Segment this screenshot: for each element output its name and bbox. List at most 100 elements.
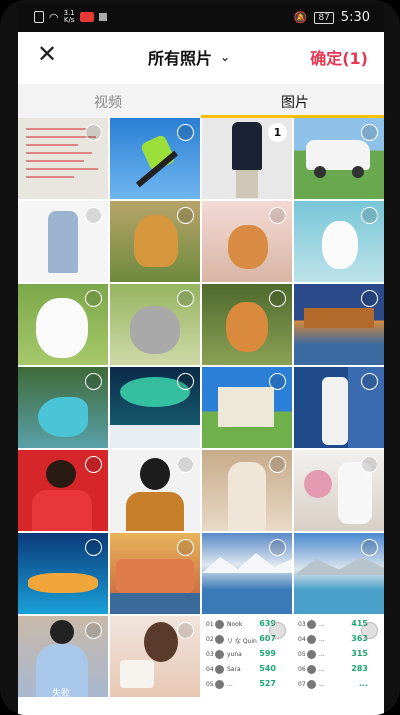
select-circle[interactable] — [177, 290, 194, 307]
select-circle[interactable] — [85, 539, 102, 556]
select-circle[interactable] — [177, 124, 194, 141]
photo-thumbnail[interactable] — [202, 284, 292, 365]
status-right: 🔕 87 5:30 — [294, 10, 370, 25]
photo-thumbnail[interactable] — [110, 533, 200, 614]
ranking-screenshot-thumbnail[interactable]: 01Nook639 02リ な Quinn607 03yuna599 04Sar… — [202, 616, 292, 697]
blue-dress — [48, 211, 78, 273]
document-line — [26, 144, 78, 146]
photo-thumbnail-selected[interactable]: 1 — [202, 118, 292, 199]
photo-thumbnail[interactable] — [294, 118, 384, 199]
car-wheel — [314, 166, 326, 178]
photo-thumbnail[interactable] — [294, 367, 384, 448]
teacup — [120, 660, 154, 688]
photo-thumbnail[interactable]: 失败 — [18, 616, 108, 697]
picker-header: ✕ 所有照片 ⌄ 确定(1) — [18, 32, 384, 84]
tab-image[interactable]: 图片 — [281, 92, 309, 112]
photo-thumbnail[interactable] — [110, 118, 200, 199]
select-circle[interactable] — [361, 290, 378, 307]
select-circle[interactable] — [85, 622, 102, 639]
ranking-row: 05... 315 — [298, 649, 368, 659]
select-circle[interactable] — [269, 207, 286, 224]
select-circle[interactable] — [177, 373, 194, 390]
car-wheel — [352, 166, 364, 178]
select-circle[interactable] — [177, 539, 194, 556]
photo-thumbnail[interactable] — [110, 284, 200, 365]
ranking-row: 04 Sara 540 — [206, 664, 276, 674]
photo-thumbnail[interactable] — [294, 533, 384, 614]
wifi-icon: ◠ — [49, 10, 59, 24]
select-circle[interactable] — [85, 373, 102, 390]
tab-video[interactable]: 视频 — [94, 92, 122, 112]
jacket — [126, 492, 184, 531]
photo-thumbnail[interactable] — [18, 450, 108, 531]
network-speed-unit: K/s — [63, 16, 75, 24]
photo-caption: 失败 — [52, 689, 71, 697]
snowy-ground — [110, 425, 200, 448]
selected-badge[interactable]: 1 — [268, 123, 287, 142]
photo-thumbnail[interactable] — [294, 284, 384, 365]
select-circle[interactable] — [269, 622, 286, 639]
city-skyline — [304, 308, 374, 328]
document-line — [26, 168, 98, 170]
photo-thumbnail[interactable] — [294, 201, 384, 282]
select-circle[interactable] — [269, 373, 286, 390]
photo-grid: 1 失败 01 Nook 639 02 リ な Quin 607 03 yuna… — [18, 118, 384, 715]
suit-jacket — [232, 122, 262, 170]
document-line — [26, 128, 86, 130]
golden-retriever — [134, 215, 178, 267]
lit-cave-formation — [28, 573, 98, 593]
photo-thumbnail[interactable] — [18, 201, 108, 282]
screen-record-icon — [79, 12, 94, 22]
confirm-button[interactable]: 确定(1) — [310, 45, 368, 69]
select-circle[interactable] — [177, 622, 194, 639]
samoyed-dog — [36, 298, 88, 358]
photo-thumbnail[interactable] — [294, 450, 384, 531]
select-circle[interactable] — [85, 456, 102, 473]
sea — [110, 593, 200, 614]
document-line — [26, 152, 92, 154]
mute-icon: 🔕 — [293, 11, 308, 24]
status-bar: ◠ 3.1 K/s 🔕 87 5:30 — [18, 4, 384, 32]
select-circle[interactable] — [361, 622, 378, 639]
notification-icon — [98, 13, 107, 21]
photo-thumbnail[interactable] — [18, 367, 108, 448]
select-circle[interactable] — [361, 539, 378, 556]
photo-thumbnail[interactable] — [110, 367, 200, 448]
trousers — [236, 170, 258, 198]
phone-frame: ◠ 3.1 K/s 🔕 87 5:30 ✕ 所有照片 ⌄ 确定(1) 视频 图片 — [0, 0, 400, 715]
select-circle[interactable] — [269, 456, 286, 473]
photo-thumbnail[interactable] — [202, 533, 292, 614]
photo-thumbnail[interactable] — [202, 367, 292, 448]
photo-thumbnail[interactable] — [110, 201, 200, 282]
select-circle[interactable] — [361, 124, 378, 141]
ranking-screenshot-thumbnail[interactable]: 03... 415 04... 363 05... 315 06... 283 07..… — [294, 616, 384, 697]
photo-thumbnail[interactable] — [18, 284, 108, 365]
select-circle[interactable] — [269, 539, 286, 556]
photo-thumbnail[interactable] — [110, 616, 200, 697]
select-circle[interactable] — [361, 207, 378, 224]
select-circle[interactable] — [269, 290, 286, 307]
select-circle[interactable] — [177, 207, 194, 224]
castle — [218, 387, 274, 427]
select-circle[interactable] — [361, 373, 378, 390]
select-circle[interactable] — [177, 456, 194, 473]
battery-level: 87 — [314, 11, 334, 24]
colorful-houses — [116, 559, 194, 593]
photo-thumbnail[interactable] — [18, 118, 108, 199]
select-circle[interactable] — [361, 456, 378, 473]
clock: 5:30 — [340, 10, 370, 25]
select-circle[interactable] — [85, 207, 102, 224]
woman-white-outfit — [322, 377, 348, 445]
snowy-mountains — [202, 553, 292, 573]
close-icon[interactable]: ✕ — [34, 41, 60, 67]
album-title: 所有照片 — [148, 49, 213, 68]
photo-thumbnail[interactable] — [18, 533, 108, 614]
photo-thumbnail[interactable] — [202, 201, 292, 282]
select-circle[interactable] — [85, 124, 102, 141]
document-line — [26, 176, 74, 178]
mountain-range — [294, 557, 384, 575]
photo-thumbnail[interactable] — [110, 450, 200, 531]
photo-thumbnail[interactable] — [202, 450, 292, 531]
select-circle[interactable] — [85, 290, 102, 307]
album-selector[interactable]: 所有照片 ⌄ — [148, 45, 230, 69]
